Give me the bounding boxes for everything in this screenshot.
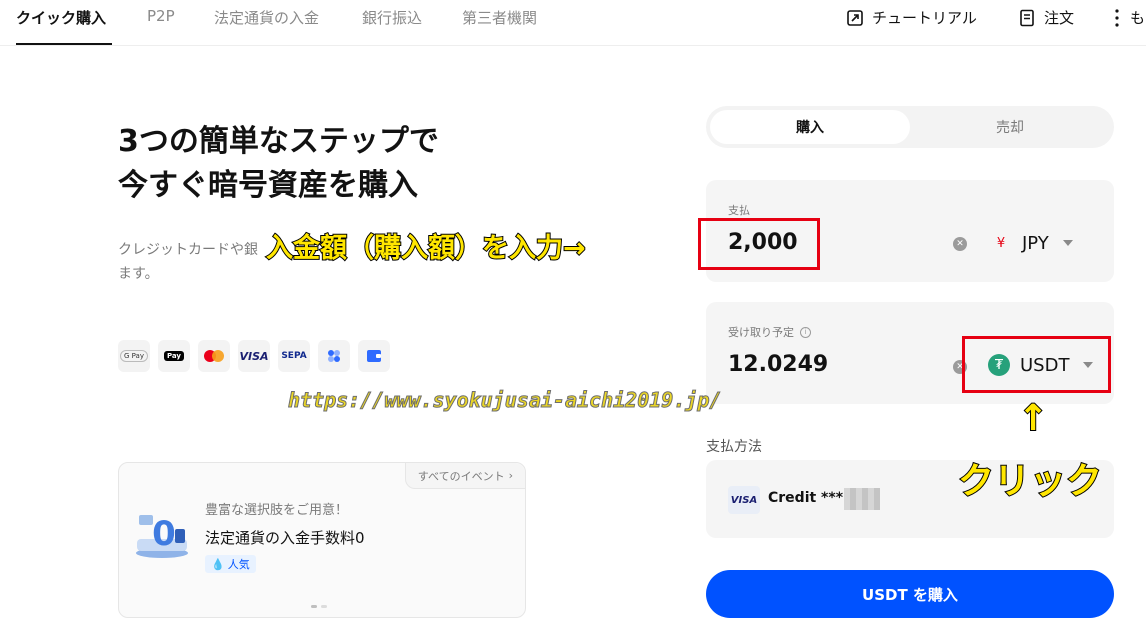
document-icon — [1020, 9, 1034, 26]
click-annotation: クリック — [957, 460, 1103, 503]
amount-highlight-box — [698, 218, 820, 270]
input-amount-annotation: 入金額（購入額）を入力→ — [265, 232, 587, 265]
hero-title-line2: 今すぐ暗号資産を購入 — [118, 168, 418, 203]
card-label: Credit *** — [768, 490, 844, 506]
active-tab-underline — [16, 43, 112, 45]
arrow-up-annotation: ↑ — [1017, 397, 1049, 440]
all-events-link[interactable]: すべてのイベント › — [404, 463, 525, 489]
zero-badge-text: 0 — [152, 514, 176, 554]
sepa-icon: SEPA — [278, 340, 310, 372]
flame-icon: 💧 — [211, 557, 225, 571]
pay-currency-label: JPY — [1022, 232, 1049, 254]
more-menu[interactable]: も — [1112, 7, 1145, 28]
carousel-dot[interactable] — [321, 605, 327, 608]
payment-method-title: 支払方法 — [706, 439, 762, 455]
event-subtitle: 豊富な選択肢をご用意！ — [205, 503, 349, 518]
event-card[interactable]: すべてのイベント › 0 豊富な選択肢をご用意！ 法定通貨の入金手数料0 💧 人… — [118, 462, 526, 618]
chevron-down-icon — [1062, 240, 1073, 246]
tutorial-link[interactable]: チュートリアル — [846, 7, 977, 28]
google-pay-icon: G Pay — [118, 340, 150, 372]
tab-bank-transfer[interactable]: 銀行振込 — [362, 7, 422, 28]
wallet-icon — [358, 340, 390, 372]
receive-label: 受け取り予定 — [728, 326, 794, 339]
hero-title-line1: 3つの簡単なステップで — [118, 124, 439, 159]
clear-icon[interactable]: ✕ — [953, 237, 967, 251]
visa-icon: VISA — [238, 340, 270, 372]
tab-quick-buy[interactable]: クイック購入 — [16, 7, 106, 28]
payment-icons-row: G Pay Pay VISA SEPA — [118, 340, 390, 372]
pay-currency-select[interactable]: ¥ JPY — [990, 232, 1073, 254]
pay-app-icon — [318, 340, 350, 372]
hero-title: 3つの簡単なステップで 今すぐ暗号資産を購入 — [118, 120, 578, 208]
pay-label: 支払 — [728, 204, 750, 217]
mastercard-icon — [198, 340, 230, 372]
tutorial-label: チュートリアル — [872, 9, 977, 27]
hero-desc-line2: ます。 — [118, 266, 159, 282]
yen-icon: ¥ — [996, 235, 1006, 251]
apple-pay-icon: Pay — [158, 340, 190, 372]
masked-card-number — [844, 488, 880, 510]
zero-fee-illustration-icon: 0 — [136, 514, 188, 558]
tutorial-icon — [847, 9, 863, 26]
buy-usdt-button[interactable]: USDT を購入 — [706, 570, 1114, 618]
orders-label: 注文 — [1044, 9, 1075, 27]
receive-label-row: 受け取り予定 i — [728, 324, 811, 340]
buy-sell-toggle: 購入 売却 — [706, 106, 1114, 148]
currency-highlight-box — [962, 336, 1111, 393]
popular-tag-label: 人気 — [227, 558, 250, 571]
carousel-dot[interactable] — [311, 605, 317, 608]
tab-third-party[interactable]: 第三者機関 — [462, 7, 537, 28]
chevron-right-icon: › — [508, 469, 513, 482]
sell-tab[interactable]: 売却 — [910, 110, 1110, 144]
more-label: も — [1130, 9, 1146, 27]
watermark-url: https://www.syokujusai-aichi2019.jp/ — [287, 388, 722, 413]
tab-fiat-deposit[interactable]: 法定通貨の入金 — [214, 7, 319, 28]
event-title: 法定通貨の入金手数料0 — [205, 529, 365, 547]
info-icon[interactable]: i — [800, 326, 811, 338]
orders-link[interactable]: 注文 — [1018, 7, 1074, 28]
top-navigation: クイック購入 P2P 法定通貨の入金 銀行振込 第三者機関 チュートリアル 注文… — [0, 0, 1146, 46]
all-events-label: すべてのイベント — [417, 469, 505, 483]
receive-amount: 12.0249 — [728, 352, 829, 377]
more-vertical-icon — [1115, 8, 1119, 27]
buy-tab[interactable]: 購入 — [710, 110, 910, 144]
carousel-dots — [311, 605, 327, 608]
tab-p2p[interactable]: P2P — [147, 7, 175, 25]
popular-tag: 💧 人気 — [205, 555, 256, 573]
visa-card-icon: VISA — [728, 486, 760, 514]
